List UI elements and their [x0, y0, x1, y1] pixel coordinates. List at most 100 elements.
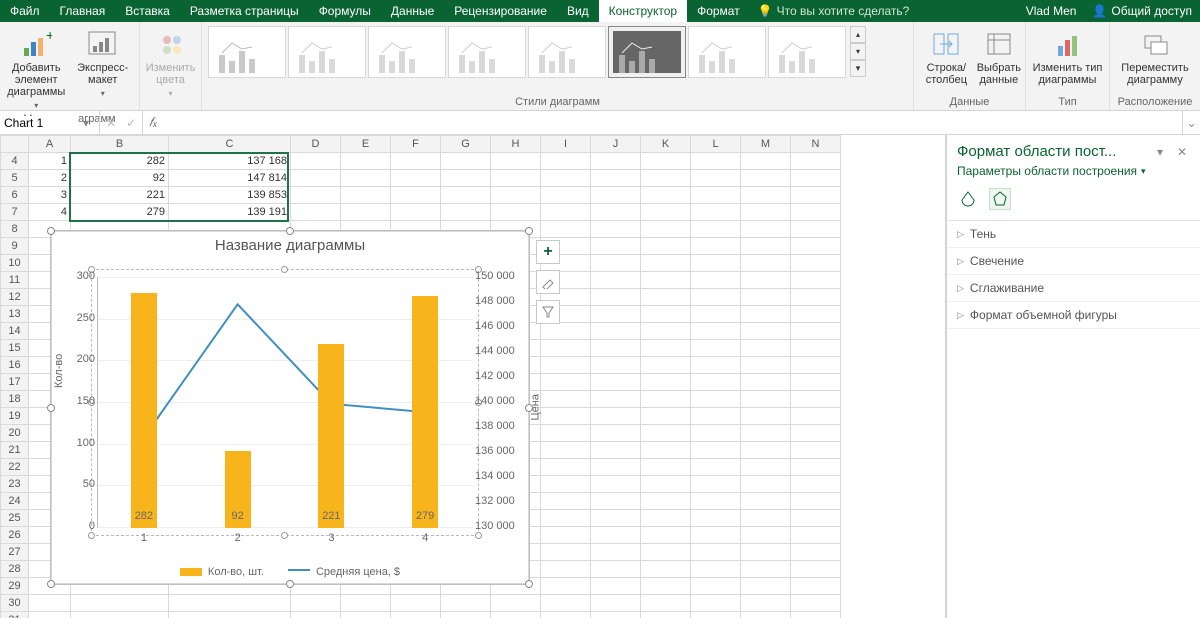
cell[interactable] — [291, 204, 341, 221]
row-header[interactable]: 28 — [1, 561, 29, 578]
gallery-scroll-down[interactable]: ▾ — [850, 43, 866, 60]
cell[interactable]: 2 — [29, 170, 71, 187]
row-header[interactable]: 30 — [1, 595, 29, 612]
bar[interactable] — [131, 293, 157, 528]
section-glow[interactable]: ▷Свечение — [947, 248, 1200, 275]
resize-handle[interactable] — [525, 227, 533, 235]
taskpane-subtitle[interactable]: Параметры области построения ▾ — [947, 164, 1200, 184]
col-header[interactable]: G — [441, 136, 491, 153]
cell[interactable] — [591, 187, 641, 204]
cell[interactable] — [71, 612, 169, 618]
cell[interactable] — [591, 204, 641, 221]
cell[interactable] — [341, 153, 391, 170]
cell[interactable] — [591, 289, 641, 306]
cell[interactable] — [541, 357, 591, 374]
row-header[interactable]: 7 — [1, 204, 29, 221]
cell[interactable]: 139 853 — [169, 187, 291, 204]
tab-review[interactable]: Рецензирование — [444, 0, 557, 22]
cell[interactable] — [591, 442, 641, 459]
cell[interactable] — [541, 187, 591, 204]
col-header[interactable]: B — [71, 136, 169, 153]
cell[interactable] — [791, 578, 841, 595]
row-header[interactable]: 29 — [1, 578, 29, 595]
cell[interactable] — [691, 612, 741, 618]
cell[interactable] — [741, 153, 791, 170]
row-header[interactable]: 4 — [1, 153, 29, 170]
cell[interactable] — [591, 595, 641, 612]
worksheet[interactable]: ABCDEFGHIJKLMN41282137 1685292147 814632… — [0, 135, 946, 618]
cell[interactable] — [741, 612, 791, 618]
name-box-dropdown[interactable]: ▾ — [78, 116, 94, 130]
row-header[interactable]: 22 — [1, 459, 29, 476]
col-header[interactable]: C — [169, 136, 291, 153]
cell[interactable] — [541, 221, 591, 238]
cell[interactable] — [791, 272, 841, 289]
cell[interactable] — [541, 459, 591, 476]
cell[interactable] — [641, 306, 691, 323]
cell[interactable] — [341, 170, 391, 187]
cell[interactable] — [791, 357, 841, 374]
cell[interactable] — [741, 289, 791, 306]
cell[interactable] — [641, 578, 691, 595]
row-header[interactable]: 26 — [1, 527, 29, 544]
quick-layout-button[interactable]: Экспресс- макет ▾ — [71, 24, 136, 100]
cell[interactable] — [441, 187, 491, 204]
cell[interactable] — [641, 459, 691, 476]
cell[interactable] — [791, 595, 841, 612]
cell[interactable]: 137 168 — [169, 153, 291, 170]
cell[interactable] — [691, 238, 741, 255]
cell[interactable] — [641, 238, 691, 255]
share-button[interactable]: 👤 Общий доступ — [1084, 0, 1200, 22]
cell[interactable] — [691, 221, 741, 238]
y2-axis-title[interactable]: Цена — [529, 394, 541, 420]
cell[interactable] — [541, 544, 591, 561]
cell[interactable] — [641, 442, 691, 459]
row-header[interactable]: 6 — [1, 187, 29, 204]
cell[interactable] — [641, 323, 691, 340]
cell[interactable] — [291, 612, 341, 618]
cell[interactable] — [791, 289, 841, 306]
cell[interactable] — [791, 323, 841, 340]
row-header[interactable]: 23 — [1, 476, 29, 493]
cell[interactable] — [691, 544, 741, 561]
cell[interactable] — [591, 340, 641, 357]
cell[interactable] — [691, 408, 741, 425]
cell[interactable] — [641, 170, 691, 187]
resize-handle[interactable] — [286, 227, 294, 235]
cell[interactable] — [641, 527, 691, 544]
cell[interactable] — [591, 255, 641, 272]
col-header[interactable]: E — [341, 136, 391, 153]
cell[interactable] — [341, 595, 391, 612]
cell[interactable] — [169, 595, 291, 612]
cell[interactable] — [591, 374, 641, 391]
section-soft-edges[interactable]: ▷Сглаживание — [947, 275, 1200, 302]
cell[interactable] — [691, 255, 741, 272]
row-header[interactable]: 20 — [1, 425, 29, 442]
cell[interactable] — [791, 238, 841, 255]
cell[interactable] — [791, 204, 841, 221]
switch-row-column-button[interactable]: Строка/ столбец — [918, 24, 975, 86]
cell[interactable] — [741, 408, 791, 425]
cell[interactable] — [591, 493, 641, 510]
cell[interactable] — [641, 272, 691, 289]
cell[interactable] — [691, 170, 741, 187]
cell[interactable] — [391, 612, 441, 618]
cell[interactable] — [691, 272, 741, 289]
cell[interactable] — [541, 391, 591, 408]
col-header[interactable]: L — [691, 136, 741, 153]
row-header[interactable]: 13 — [1, 306, 29, 323]
cell[interactable] — [541, 408, 591, 425]
cell[interactable] — [29, 612, 71, 618]
cell[interactable] — [691, 595, 741, 612]
cell[interactable] — [741, 391, 791, 408]
cancel-icon[interactable]: ✕ — [106, 116, 116, 130]
cell[interactable] — [71, 595, 169, 612]
cell[interactable] — [441, 612, 491, 618]
cell[interactable] — [741, 374, 791, 391]
cell[interactable] — [541, 153, 591, 170]
cell[interactable] — [791, 391, 841, 408]
effects-tab[interactable] — [989, 188, 1011, 210]
cell[interactable] — [591, 527, 641, 544]
cell[interactable]: 92 — [71, 170, 169, 187]
style-thumb[interactable] — [288, 26, 366, 78]
